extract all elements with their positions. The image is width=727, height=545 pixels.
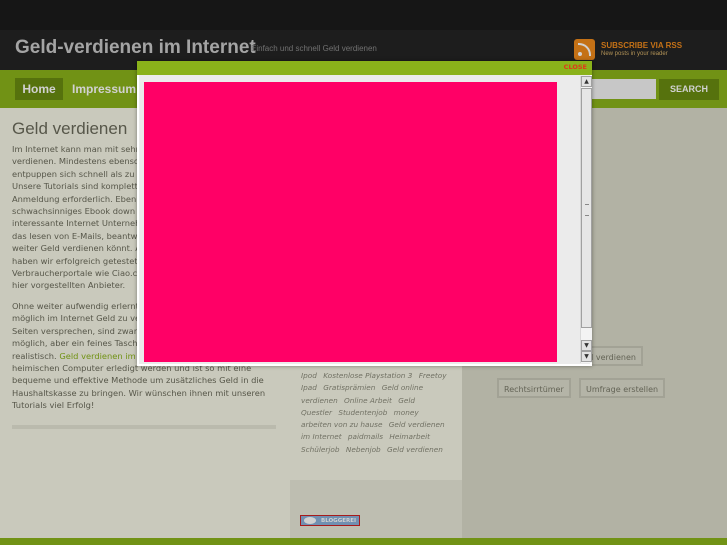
scroll-down-icon[interactable]: ▼ [581, 351, 592, 362]
grip-icon [585, 204, 589, 216]
popup-modal: CLOSE ▲ ▼ ▼ [137, 61, 592, 366]
modal-content-area[interactable] [144, 82, 557, 362]
scroll-up-icon[interactable]: ▲ [581, 76, 592, 87]
scroll-down-icon[interactable]: ▼ [581, 340, 592, 351]
modal-close-button[interactable]: CLOSE [564, 63, 587, 72]
modal-scrollbar[interactable]: ▲ ▼ ▼ [580, 76, 592, 363]
modal-header: CLOSE [137, 61, 592, 75]
modal-frame: ▲ ▼ ▼ [139, 75, 592, 364]
scroll-thumb[interactable] [581, 88, 592, 328]
